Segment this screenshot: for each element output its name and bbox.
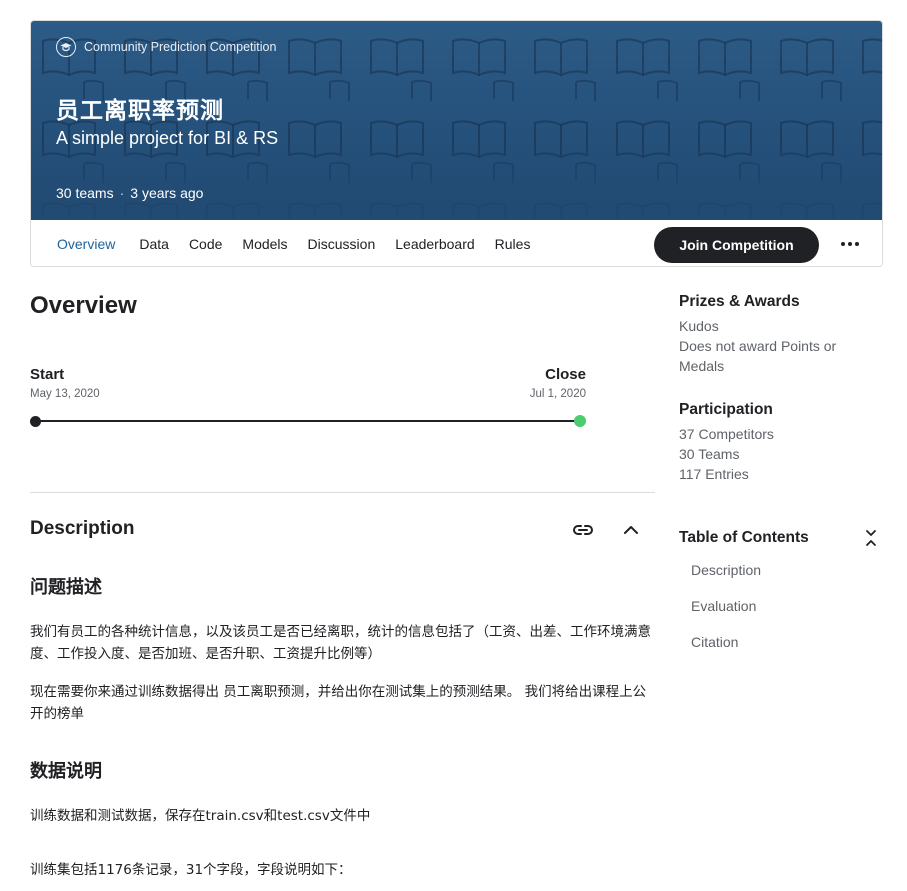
description-title: Description bbox=[30, 518, 135, 539]
prizes-note: Does not award Points or Medals bbox=[679, 338, 837, 374]
toc-item-description[interactable]: Description bbox=[691, 562, 761, 578]
competition-meta: 30 teams · 3 years ago bbox=[56, 185, 203, 201]
start-label: Start bbox=[30, 366, 65, 383]
timeline-track bbox=[36, 420, 580, 422]
tab-leaderboard[interactable]: Leaderboard bbox=[395, 220, 474, 266]
close-label: Close bbox=[545, 366, 586, 383]
description-header: Description bbox=[30, 518, 655, 542]
data-paragraph-2: 训练集包括1176条记录，31个字段，字段说明如下： bbox=[30, 862, 352, 878]
hero-fade bbox=[31, 141, 882, 220]
collapse-icon[interactable] bbox=[863, 528, 879, 548]
problem-heading: 问题描述 bbox=[30, 577, 102, 598]
competition-age: 3 years ago bbox=[130, 185, 204, 201]
start-marker bbox=[30, 416, 41, 427]
data-paragraph-1: 训练数据和测试数据，保存在train.csv和test.csv文件中 bbox=[30, 808, 371, 824]
entries-count: 117 Entries bbox=[679, 466, 749, 482]
prizes-title: Prizes & Awards bbox=[679, 293, 800, 310]
competition-timeline: Start May 13, 2020 Close Jul 1, 2020 bbox=[30, 366, 586, 436]
chevron-up-icon[interactable] bbox=[619, 518, 643, 542]
team-count: 30 teams bbox=[56, 185, 114, 201]
toc-title: Table of Contents bbox=[679, 529, 809, 546]
prizes-kudos: Kudos bbox=[679, 318, 719, 334]
tab-models[interactable]: Models bbox=[242, 220, 287, 266]
competition-tabs: Overview Data Code Models Discussion Lea… bbox=[31, 220, 882, 266]
toc-item-citation[interactable]: Citation bbox=[691, 634, 738, 650]
competitors-count: 37 Competitors bbox=[679, 426, 774, 442]
participation-title: Participation bbox=[679, 401, 773, 418]
competition-header-card: Community Prediction Competition 员工离职率预测… bbox=[30, 20, 883, 267]
tab-data[interactable]: Data bbox=[139, 220, 169, 266]
teams-count: 30 Teams bbox=[679, 446, 740, 462]
tab-discussion[interactable]: Discussion bbox=[308, 220, 376, 266]
more-horizontal-icon[interactable] bbox=[838, 234, 862, 254]
competition-title: 员工离职率预测 bbox=[56, 98, 224, 124]
problem-paragraph-1: 我们有员工的各种统计信息，以及该员工是否已经离职，统计的信息包括了（工资、出差、… bbox=[30, 624, 651, 662]
overview-title: Overview bbox=[30, 292, 137, 319]
meta-separator: · bbox=[119, 185, 125, 201]
toc-item-evaluation[interactable]: Evaluation bbox=[691, 598, 756, 614]
hero-banner: Community Prediction Competition 员工离职率预测… bbox=[31, 21, 882, 220]
competition-type-badge: Community Prediction Competition bbox=[56, 37, 276, 57]
join-competition-button[interactable]: Join Competition bbox=[654, 227, 819, 263]
competition-subtitle: A simple project for BI & RS bbox=[56, 128, 279, 148]
link-icon[interactable] bbox=[571, 518, 595, 542]
close-date: Jul 1, 2020 bbox=[529, 388, 586, 400]
tab-overview[interactable]: Overview bbox=[53, 220, 119, 266]
tab-rules[interactable]: Rules bbox=[495, 220, 531, 266]
data-heading: 数据说明 bbox=[30, 761, 102, 782]
badge-label: Community Prediction Competition bbox=[84, 40, 277, 54]
tab-code[interactable]: Code bbox=[189, 220, 222, 266]
section-divider bbox=[30, 492, 655, 493]
close-marker bbox=[574, 415, 586, 427]
graduation-cap-icon bbox=[56, 37, 76, 57]
start-date: May 13, 2020 bbox=[30, 388, 100, 400]
problem-paragraph-2: 现在需要你来通过训练数据得出 员工离职预测，并给出你在测试集上的预测结果。 我们… bbox=[30, 684, 647, 722]
